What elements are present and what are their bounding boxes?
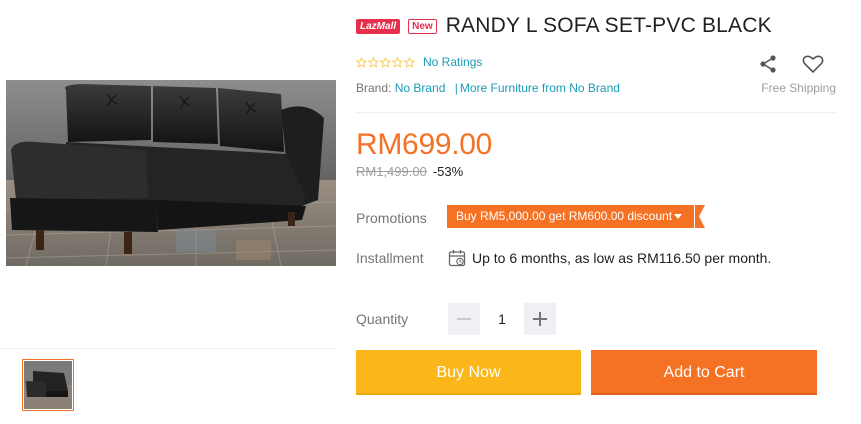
star-icon	[356, 56, 367, 68]
promotions-label: Promotions	[356, 210, 427, 226]
new-badge: New	[408, 18, 437, 34]
star-icon	[368, 56, 379, 68]
rating-row: No Ratings	[356, 55, 482, 69]
product-main-image[interactable]	[6, 80, 336, 266]
add-to-cart-button[interactable]: Add to Cart	[591, 350, 817, 395]
product-gallery	[0, 0, 336, 424]
brand-label: Brand:	[356, 81, 392, 95]
title-row: LazMall New RANDY L SOFA SET-PVC BLACK	[356, 14, 772, 38]
buy-now-button[interactable]: Buy Now	[356, 350, 581, 395]
quantity-increase-button[interactable]	[524, 303, 556, 335]
quantity-input[interactable]: 1	[484, 303, 520, 335]
share-icon[interactable]	[758, 54, 778, 74]
current-price: RM699.00	[356, 128, 493, 161]
gallery-thumbnail[interactable]	[22, 359, 74, 411]
promotion-tag-notch	[695, 205, 705, 228]
original-price-row: RM1,499.00 -53%	[356, 164, 463, 179]
ratings-link[interactable]: No Ratings	[423, 55, 482, 69]
free-shipping-label: Free Shipping	[761, 81, 836, 95]
lazmall-badge: LazMall	[356, 18, 401, 34]
star-icon	[404, 56, 415, 68]
original-price: RM1,499.00	[356, 164, 427, 179]
installment-text: Up to 6 months, as low as RM116.50 per m…	[472, 250, 772, 266]
section-divider	[356, 112, 836, 113]
installment-label: Installment	[356, 250, 424, 266]
more-from-brand-link[interactable]: More Furniture from No Brand	[460, 81, 620, 95]
discount-percent: -53%	[432, 164, 464, 179]
star-icon	[380, 56, 391, 68]
quantity-decrease-button[interactable]	[448, 303, 480, 335]
brand-link[interactable]: No Brand	[395, 81, 446, 95]
sofa-image	[6, 80, 336, 266]
product-title: RANDY L SOFA SET-PVC BLACK	[445, 14, 772, 37]
star-icon	[392, 56, 403, 68]
heart-icon[interactable]	[802, 54, 824, 74]
sofa-thumbnail-image	[24, 361, 72, 409]
gallery-divider	[0, 348, 336, 349]
product-info: LazMall New RANDY L SOFA SET-PVC BLACK N…	[356, 0, 836, 424]
quantity-label: Quantity	[356, 311, 409, 327]
brand-separator: |	[454, 81, 458, 95]
promotion-tag[interactable]: Buy RM5,000.00 get RM600.00 discount	[447, 205, 695, 228]
chevron-down-icon	[674, 214, 683, 219]
calendar-icon	[448, 250, 466, 267]
rating-stars[interactable]	[356, 56, 415, 68]
promotion-text: Buy RM5,000.00 get RM600.00 discount	[456, 209, 673, 223]
brand-row: Brand: No Brand | More Furniture from No …	[356, 81, 620, 95]
